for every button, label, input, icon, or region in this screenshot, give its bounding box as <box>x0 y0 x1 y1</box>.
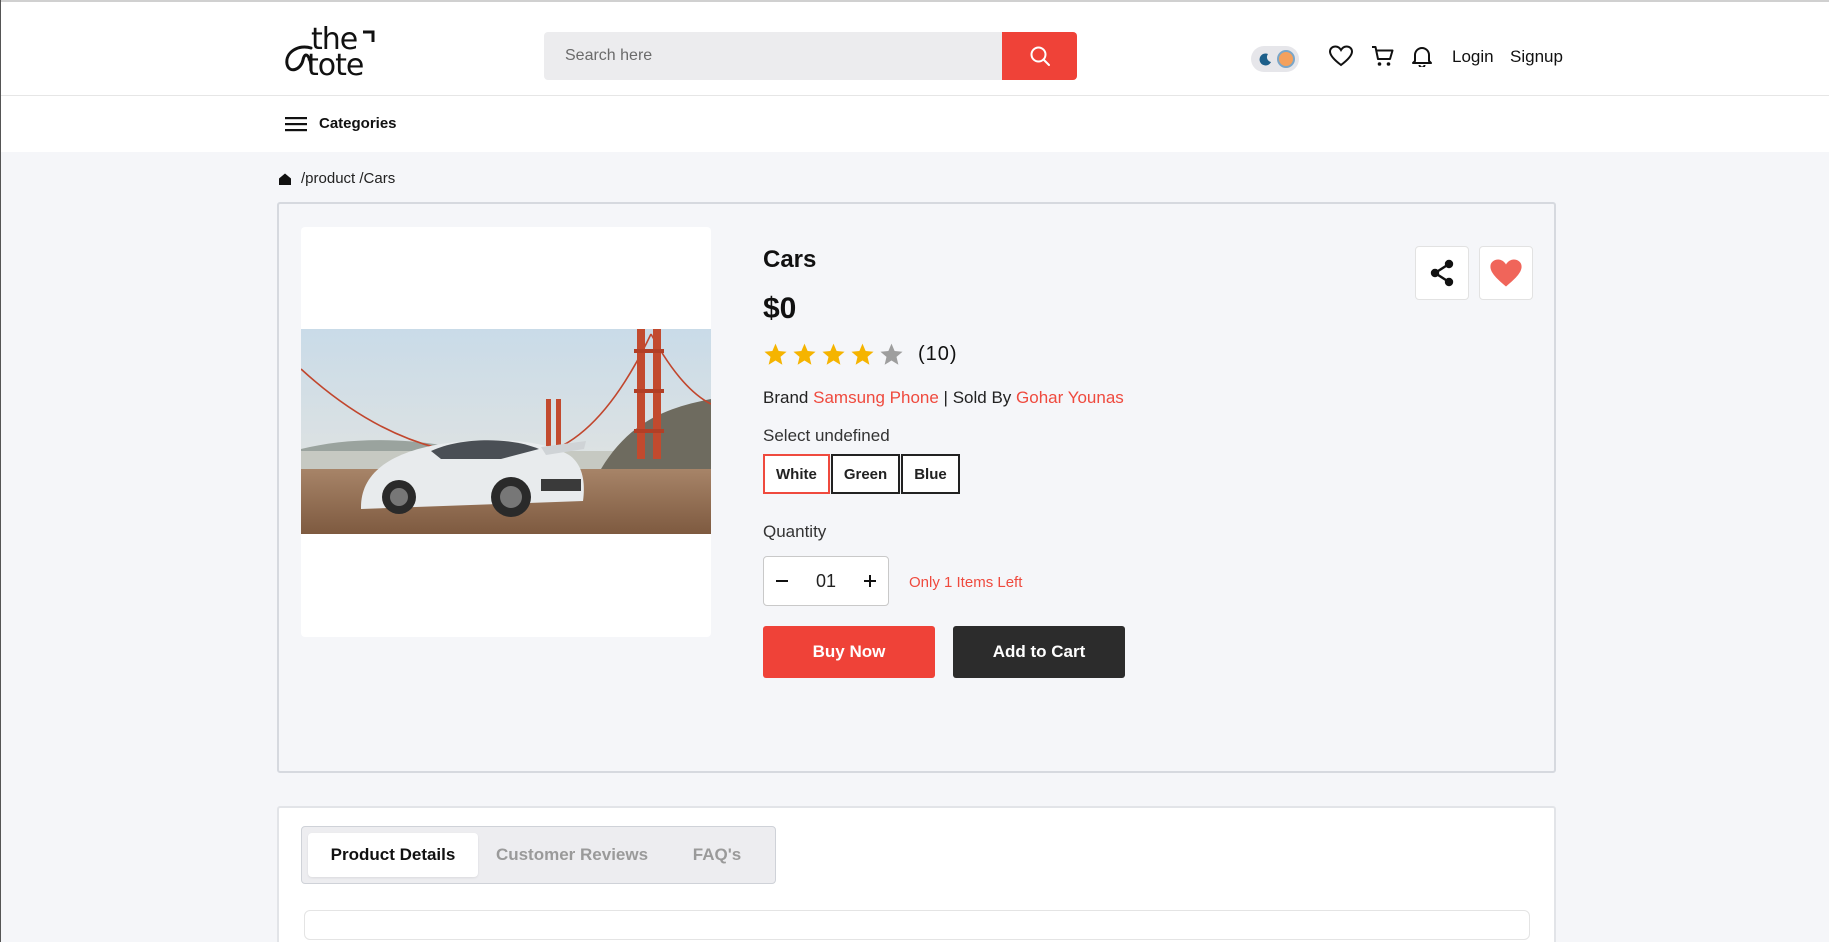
variant-options: White Green Blue <box>763 454 960 494</box>
heart-filled-icon <box>1490 259 1522 287</box>
star-icon <box>851 343 874 365</box>
variant-option-blue[interactable]: Blue <box>901 454 960 494</box>
search-button[interactable] <box>1002 32 1077 80</box>
logo-corner-icon <box>363 30 375 42</box>
breadcrumb: /product /Cars <box>278 170 395 187</box>
logo[interactable]: the tote <box>281 22 377 83</box>
search-bar <box>544 32 1077 80</box>
product-title: Cars <box>763 246 817 273</box>
theme-toggle[interactable] <box>1251 46 1299 72</box>
logo-text-bottom: tote <box>307 48 364 83</box>
brand-line: Brand Samsung Phone | Sold By Gohar Youn… <box>763 388 1124 408</box>
product-info-panel: Product Details Customer Reviews FAQ's <box>277 806 1556 942</box>
share-icon <box>1430 259 1454 287</box>
brand-link[interactable]: Samsung Phone <box>813 388 939 407</box>
star-icon <box>793 343 816 365</box>
bell-icon[interactable] <box>1411 45 1433 67</box>
sold-by-prefix: Sold By <box>952 388 1012 407</box>
login-link[interactable]: Login <box>1452 47 1494 67</box>
rating: (10) <box>763 342 958 367</box>
tab-bar: Product Details Customer Reviews FAQ's <box>301 826 776 884</box>
tab-customer-reviews[interactable]: Customer Reviews <box>482 833 662 877</box>
search-input[interactable] <box>544 32 1002 80</box>
share-button[interactable] <box>1415 246 1469 300</box>
search-icon <box>1030 46 1050 66</box>
brand-prefix: Brand <box>763 388 809 407</box>
breadcrumb-path[interactable]: /product /Cars <box>301 170 395 187</box>
variant-option-green[interactable]: Green <box>830 454 901 494</box>
tab-product-details[interactable]: Product Details <box>308 833 478 877</box>
star-icon <box>764 343 787 365</box>
menu-icon[interactable] <box>285 115 307 133</box>
product-details-content <box>304 910 1530 940</box>
tab-faqs[interactable]: FAQ's <box>667 833 767 877</box>
quantity-stepper: 01 <box>763 556 889 606</box>
heart-icon[interactable] <box>1329 45 1353 67</box>
home-icon[interactable] <box>278 172 292 186</box>
wishlist-button[interactable] <box>1479 246 1533 300</box>
product-image-frame <box>301 227 711 637</box>
moon-icon <box>1259 53 1271 66</box>
buy-now-button[interactable]: Buy Now <box>763 626 935 678</box>
seller-link[interactable]: Gohar Younas <box>1016 388 1124 407</box>
cart-icon[interactable] <box>1371 45 1395 67</box>
brand-separator: | <box>943 388 948 407</box>
quantity-label: Quantity <box>763 522 827 541</box>
product-price: $0 <box>763 292 797 325</box>
product-card: Cars $0 (10) Brand Samsung Phone | Sold … <box>277 202 1556 773</box>
star-icon <box>880 343 903 365</box>
add-to-cart-button[interactable]: Add to Cart <box>953 626 1125 678</box>
star-rating <box>763 342 904 367</box>
review-count[interactable]: (10) <box>918 343 958 366</box>
site-header: the tote Login Signup <box>1 2 1829 96</box>
variant-option-white[interactable]: White <box>763 454 830 494</box>
star-icon <box>822 343 845 365</box>
sun-icon <box>1277 50 1295 68</box>
minus-icon[interactable] <box>774 573 790 589</box>
quantity-value[interactable]: 01 <box>816 571 836 592</box>
categories-button[interactable]: Categories <box>319 115 397 132</box>
category-bar: Categories <box>1 96 1829 152</box>
signup-link[interactable]: Signup <box>1510 47 1563 67</box>
product-image[interactable] <box>301 329 711 534</box>
variant-label: Select undefined <box>763 426 890 445</box>
plus-icon[interactable] <box>862 573 878 589</box>
stock-note: Only 1 Items Left <box>909 574 1023 591</box>
